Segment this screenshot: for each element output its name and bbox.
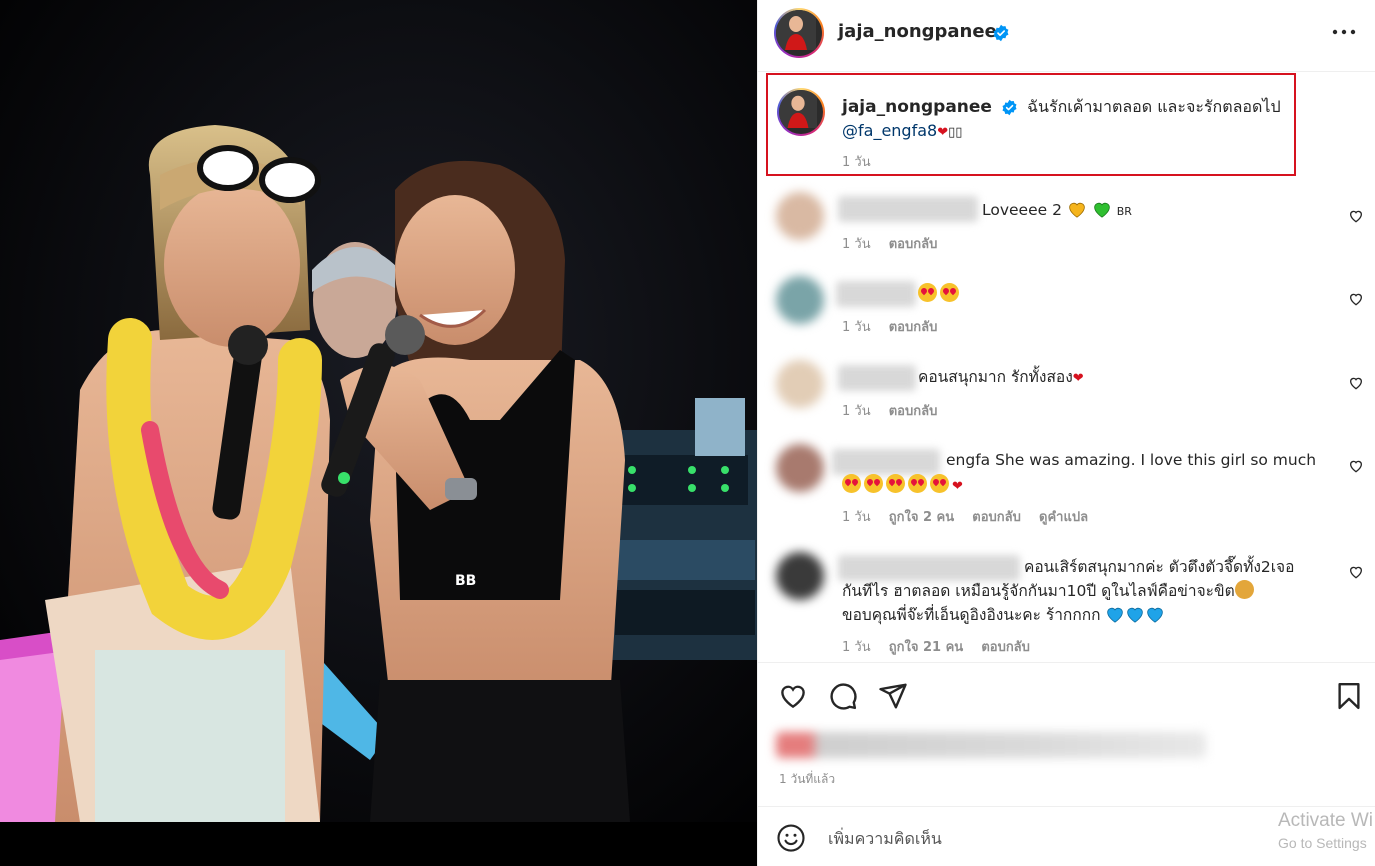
comment-text-line2: กันทีไร ฮาตลอด เหมือนรู้จักกันมา10ปี ดูใ… (842, 579, 1257, 603)
author-username[interactable]: jaja_nongpanee (838, 21, 997, 42)
post-photo-illustration: BB (0, 0, 757, 866)
comment-suffix: BR (1116, 205, 1132, 218)
comment-emojis: ❤ (842, 473, 963, 499)
blue-heart-icon (1127, 607, 1144, 623)
heart-icon[interactable] (778, 681, 808, 711)
comment-item: คอนสนุกมาก รักทั้งสอง❤ 1 วัน ตอบกลับ (758, 354, 1375, 434)
verified-badge-icon (993, 24, 1009, 42)
reply-button[interactable]: ตอบกลับ (889, 237, 938, 252)
commenter-avatar[interactable] (776, 552, 824, 600)
heart-eyes-emoji-icon (908, 474, 927, 493)
see-translation-button[interactable]: ดูคำแปล (1039, 510, 1088, 525)
posted-time: 1 วันที่แล้ว (779, 772, 836, 786)
comment-text (918, 282, 962, 306)
comment-likes-count[interactable]: ถูกใจ 2 คน (889, 510, 954, 525)
commenter-username-blurred[interactable] (832, 449, 940, 475)
comment-like-heart-icon[interactable] (1348, 208, 1364, 224)
more-options-icon[interactable] (1330, 20, 1358, 44)
heart-emoji-icon: ❤ (952, 479, 963, 494)
heart-emoji-icon: ❤ (1072, 371, 1084, 386)
caption-body: ฉันรักเค้ามาตลอด และจะรักตลอดไป (1027, 97, 1281, 116)
comment-input[interactable] (828, 825, 1268, 851)
post-action-bar (758, 662, 1375, 726)
commenter-username-blurred[interactable] (838, 196, 978, 222)
bookmark-icon[interactable] (1334, 681, 1364, 711)
green-heart-icon (1094, 202, 1110, 218)
heart-eyes-emoji-icon (842, 474, 861, 493)
comment-meta: 1 วัน ตอบกลับ (842, 316, 951, 337)
heart-emoji-icon: ❤ (937, 125, 949, 140)
heart-eyes-emoji-icon (886, 474, 905, 493)
smiley-icon[interactable] (776, 823, 806, 853)
comment-meta: 1 วัน ตอบกลับ (842, 400, 951, 421)
caption-text: jaja_nongpanee ฉันรักเค้ามาตลอด และจะรัก… (842, 97, 1281, 140)
reply-button[interactable]: ตอบกลับ (889, 404, 938, 419)
svg-text:BB: BB (455, 573, 476, 589)
comment-text-line1: คอนเสิร์ตสนุกมากค่ะ ตัวตึงตัวจึ๊ดทั้ง2เจ… (1024, 558, 1295, 576)
comment-like-heart-icon[interactable] (1348, 458, 1364, 474)
commenter-username-blurred[interactable] (838, 555, 1020, 581)
blue-heart-icon (1107, 607, 1124, 623)
add-comment-bar (758, 806, 1375, 866)
heart-eyes-emoji-icon (864, 474, 883, 493)
commenter-avatar[interactable] (776, 360, 824, 408)
caption-time: 1 วัน (842, 155, 871, 170)
liked-by-blurred[interactable] (776, 732, 1206, 758)
author-avatar[interactable] (774, 8, 824, 58)
blue-heart-icon (1147, 607, 1164, 623)
post-header: jaja_nongpanee (758, 0, 1375, 72)
commenter-username-blurred[interactable] (836, 281, 916, 307)
comment-like-heart-icon[interactable] (1348, 564, 1364, 580)
emoji-icon (1234, 580, 1254, 599)
heart-eyes-emoji-icon (918, 283, 937, 302)
comment-time: 1 วัน (842, 404, 871, 419)
reply-button[interactable]: ตอบกลับ (889, 320, 938, 335)
comment-text-line3: ขอบคุณพี่จ๊ะที่เอ็นดูอิงอิงนะคะ ร้ากกกก (842, 603, 1165, 627)
comment-time: 1 วัน (842, 237, 871, 252)
comment-meta: 1 วัน ถูกใจ 21 คน ตอบกลับ (842, 636, 1044, 657)
caption-highlight: jaja_nongpanee ฉันรักเค้ามาตลอด และจะรัก… (766, 73, 1296, 176)
heart-eyes-emoji-icon (930, 474, 949, 493)
yellow-heart-icon (1069, 202, 1085, 218)
comment-meta: 1 วัน ตอบกลับ (842, 233, 951, 254)
verified-badge-icon (1002, 99, 1017, 116)
comment-time: 1 วัน (842, 320, 871, 335)
comment-time: 1 วัน (842, 640, 871, 655)
comment-text: engfa She was amazing. I love this girl … (946, 451, 1317, 469)
comment-likes-count[interactable]: ถูกใจ 21 คน (889, 640, 963, 655)
caption-mention[interactable]: @fa_engfa8 (842, 121, 937, 140)
comment-text: Loveeee 2 BR (982, 201, 1132, 219)
comment-item: 1 วัน ตอบกลับ (758, 270, 1375, 350)
comment-time: 1 วัน (842, 510, 871, 525)
comment-item: คอนเสิร์ตสนุกมากค่ะ ตัวตึงตัวจึ๊ดทั้ง2เจ… (758, 546, 1375, 658)
comment-text: คอนสนุกมาก รักทั้งสอง❤ (918, 368, 1084, 386)
caption-username[interactable]: jaja_nongpanee (842, 97, 992, 117)
comment-bubble-icon[interactable] (828, 681, 858, 711)
post-details-panel: jaja_nongpanee jaja_nongpanee ฉันรักเค้า… (757, 0, 1375, 866)
commenter-username-blurred[interactable] (838, 365, 916, 391)
comment-item: engfa She was amazing. I love this girl … (758, 438, 1375, 538)
comment-like-heart-icon[interactable] (1348, 291, 1364, 307)
commenter-avatar[interactable] (776, 276, 824, 324)
comment-like-heart-icon[interactable] (1348, 375, 1364, 391)
commenter-avatar[interactable] (776, 444, 824, 492)
caption-author-avatar[interactable] (777, 88, 825, 136)
comment-item: Loveeee 2 BR 1 วัน ตอบกลับ (758, 186, 1375, 266)
paper-plane-icon[interactable] (878, 681, 908, 711)
heart-eyes-emoji-icon (940, 283, 959, 302)
commenter-avatar[interactable] (776, 192, 824, 240)
post-photo[interactable]: BB (0, 0, 757, 866)
reply-button[interactable]: ตอบกลับ (981, 640, 1030, 655)
comment-meta: 1 วัน ถูกใจ 2 คน ตอบกลับ ดูคำแปล (842, 506, 1102, 527)
reply-button[interactable]: ตอบกลับ (972, 510, 1021, 525)
